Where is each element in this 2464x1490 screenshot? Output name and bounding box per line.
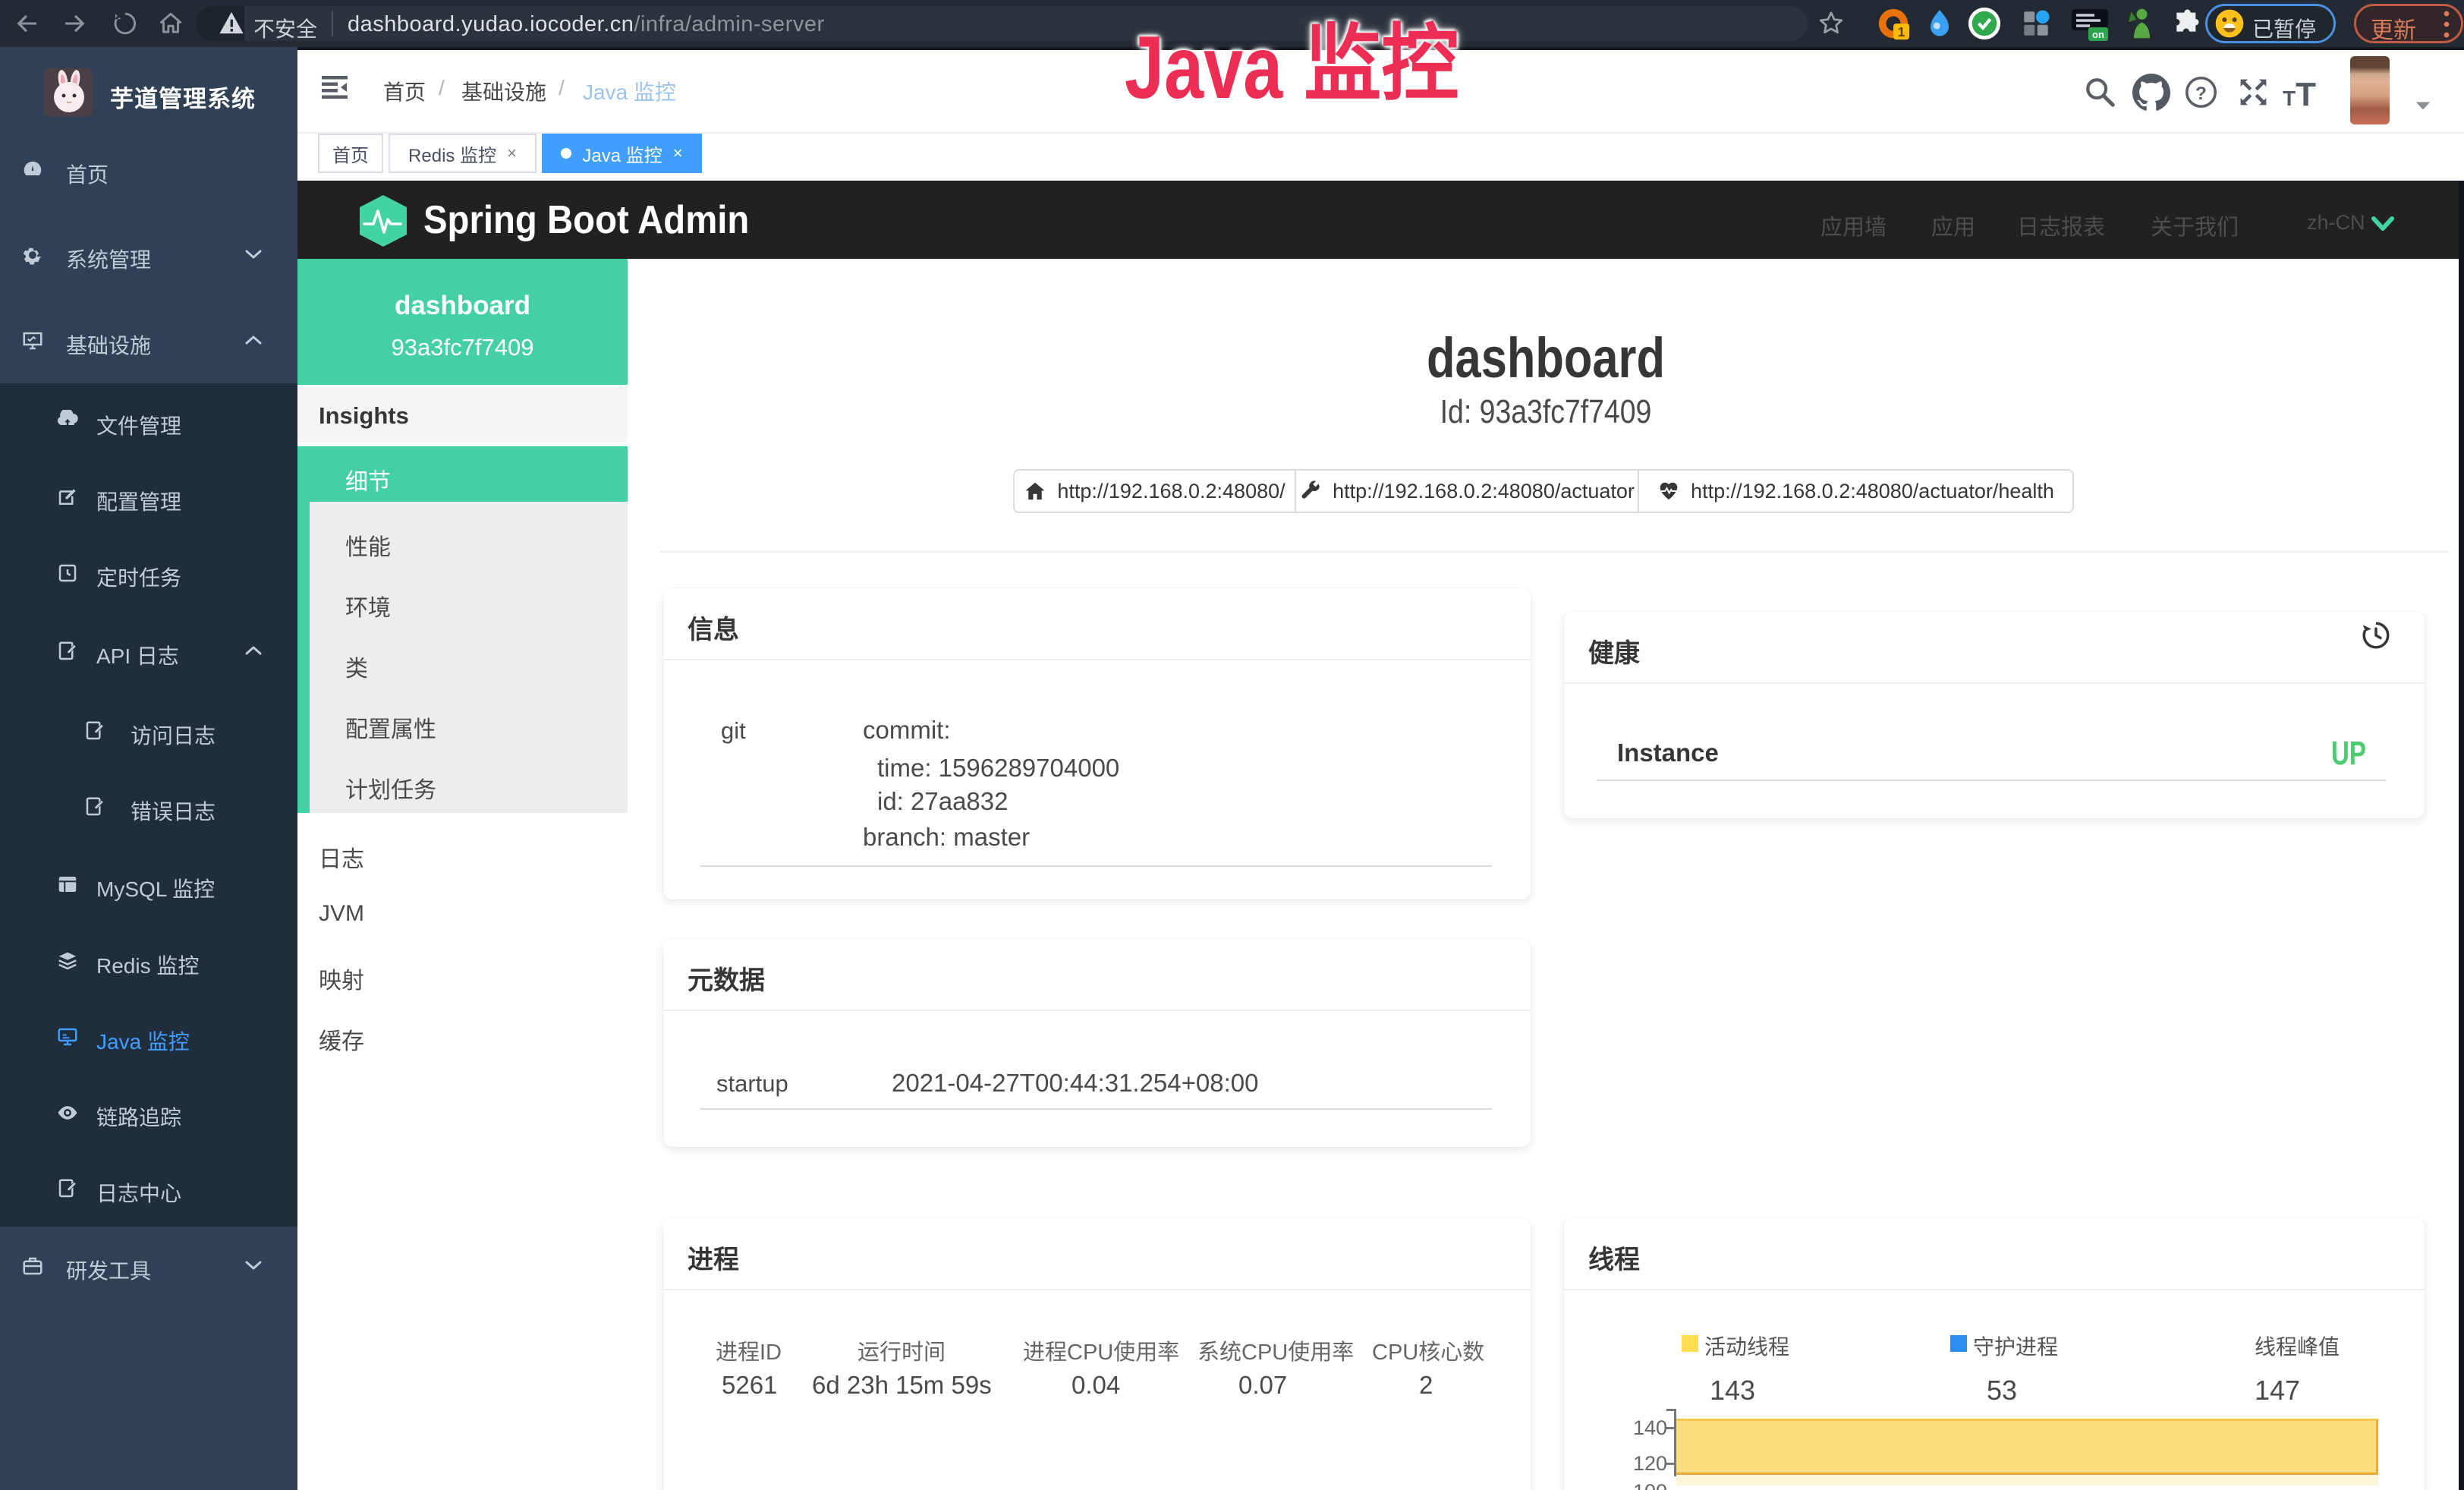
svg-text:?: ?: [2195, 83, 2207, 104]
svg-text:1: 1: [1898, 24, 1905, 39]
svg-text:on: on: [2092, 29, 2104, 40]
